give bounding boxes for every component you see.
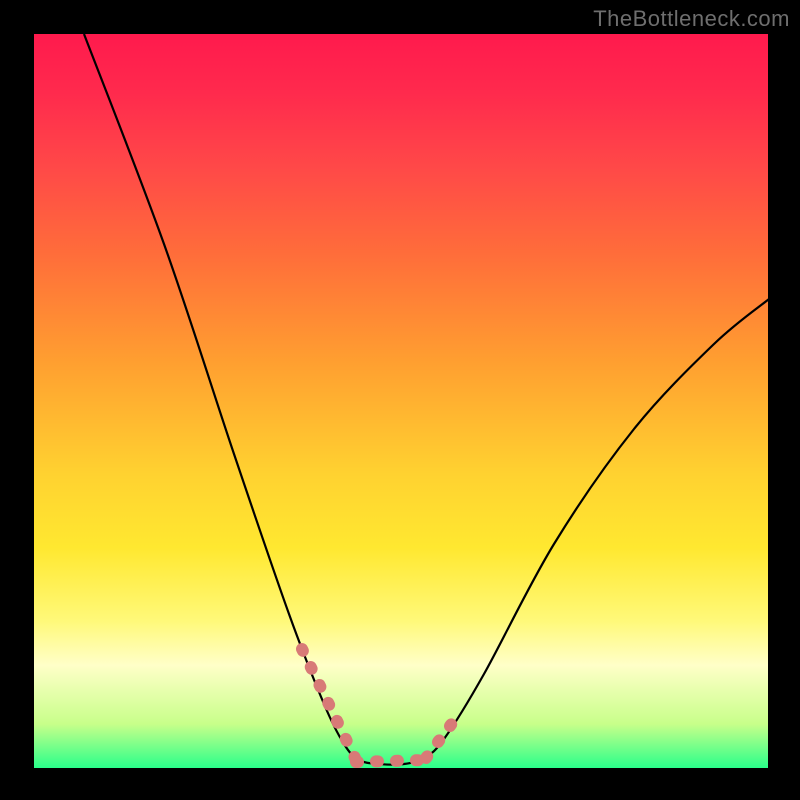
watermark-text: TheBottleneck.com xyxy=(593,6,790,32)
plot-area xyxy=(34,34,768,768)
curve-accent-right xyxy=(426,714,459,758)
curve-accent-left xyxy=(302,649,356,760)
curve-main xyxy=(84,34,769,765)
bottleneck-curve xyxy=(34,34,768,768)
outer-frame: TheBottleneck.com xyxy=(0,0,800,800)
